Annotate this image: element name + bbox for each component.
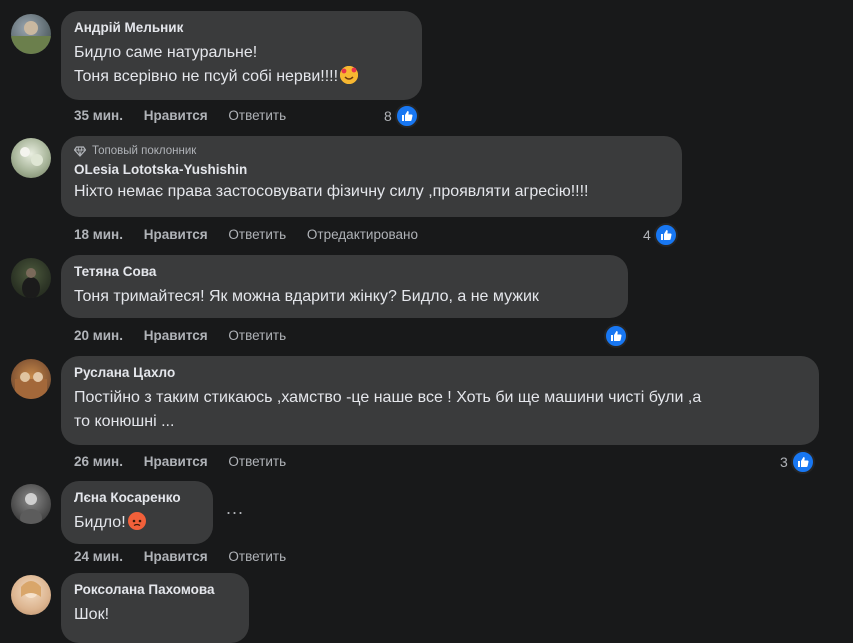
reaction-count[interactable]: 4 bbox=[643, 223, 678, 247]
comment-text-line: Бидло саме натуральне! bbox=[74, 44, 258, 61]
comment-bubble: Андрій Мельник Бидло саме натуральне! То… bbox=[61, 11, 422, 100]
comment-actions: 26 мин. Нравится Ответить bbox=[74, 454, 303, 469]
like-button[interactable]: Нравится bbox=[144, 454, 208, 469]
comment-text-line: то конюшні ... bbox=[74, 413, 175, 430]
comment-author[interactable]: Лєна Косаренко bbox=[74, 489, 201, 507]
comment-text-line: Ніхто немає права застосовувати фізичну … bbox=[74, 183, 589, 200]
comment-time[interactable]: 26 мин. bbox=[74, 454, 123, 469]
badge-label: Топовый поклонник bbox=[92, 145, 197, 157]
avatar[interactable] bbox=[11, 258, 51, 298]
comment-time[interactable]: 18 мин. bbox=[74, 227, 123, 242]
comment-time[interactable]: 24 мин. bbox=[74, 549, 123, 564]
comment-time[interactable]: 20 мин. bbox=[74, 328, 123, 343]
comment-author[interactable]: Роксолана Пахомова bbox=[74, 581, 237, 599]
comment-text-line: Шок! bbox=[74, 606, 110, 623]
comment-actions: 35 мин. Нравится Ответить bbox=[74, 108, 303, 123]
reaction-number: 8 bbox=[384, 108, 392, 124]
comment-text-line: Тоня всерівно не псуй собі нерви!!!! bbox=[74, 65, 410, 89]
comment-author[interactable]: Руслана Цахло bbox=[74, 364, 807, 382]
reaction-number: 3 bbox=[780, 454, 788, 470]
comment-bubble: Лєна Косаренко Бидло! bbox=[61, 481, 213, 544]
top-fan-badge[interactable]: Топовый поклонник bbox=[74, 143, 670, 159]
like-button[interactable]: Нравится bbox=[144, 227, 208, 242]
angry-face-emoji bbox=[127, 512, 146, 530]
comment-author[interactable]: Тетяна Сова bbox=[74, 263, 616, 281]
thumbs-up-icon bbox=[790, 450, 815, 474]
avatar[interactable] bbox=[11, 359, 51, 399]
comment-bubble: Тетяна Сова Тоня тримайтеся! Як можна вд… bbox=[61, 255, 628, 318]
like-button[interactable]: Нравится bbox=[144, 549, 208, 564]
like-button[interactable]: Нравится bbox=[144, 328, 208, 343]
comment-bubble: Топовый поклонник OLesia Lototska-Yushis… bbox=[61, 136, 682, 217]
smiling-face-with-hearts-emoji bbox=[340, 66, 359, 84]
reply-button[interactable]: Ответить bbox=[228, 454, 286, 469]
reply-button[interactable]: Ответить bbox=[228, 328, 286, 343]
comment-bubble: Роксолана Пахомова Шок! bbox=[61, 573, 249, 643]
comment-text-line: Постійно з таким стикаюсь ,хамство -це н… bbox=[74, 389, 702, 406]
reply-button[interactable]: Ответить bbox=[228, 549, 286, 564]
avatar[interactable] bbox=[11, 484, 51, 524]
comment-author[interactable]: Андрій Мельник bbox=[74, 19, 410, 37]
comment-text-line: Бидло! bbox=[74, 511, 201, 535]
avatar[interactable] bbox=[11, 575, 51, 615]
more-options-icon[interactable]: ... bbox=[226, 498, 244, 519]
comment-text-line: Тоня тримайтеся! Як можна вдарити жінку?… bbox=[74, 288, 539, 305]
thumbs-up-icon bbox=[653, 223, 678, 247]
like-button[interactable]: Нравится bbox=[144, 108, 208, 123]
comment-actions: 24 мин. Нравится Ответить bbox=[74, 549, 303, 564]
reaction-count[interactable]: 3 bbox=[780, 450, 815, 474]
thumbs-up-icon bbox=[394, 104, 419, 128]
reaction-count[interactable] bbox=[601, 324, 628, 348]
reaction-number: 4 bbox=[643, 227, 651, 243]
comment-author[interactable]: OLesia Lototska-Yushishin bbox=[74, 161, 670, 179]
comment-actions: 20 мин. Нравится Ответить bbox=[74, 328, 303, 343]
comment-bubble: Руслана Цахло Постійно з таким стикаюсь … bbox=[61, 356, 819, 445]
edited-label[interactable]: Отредактировано bbox=[307, 227, 418, 242]
diamond-icon bbox=[74, 145, 86, 157]
reply-button[interactable]: Ответить bbox=[228, 108, 286, 123]
reaction-count[interactable]: 8 bbox=[384, 104, 419, 128]
reply-button[interactable]: Ответить bbox=[228, 227, 286, 242]
avatar[interactable] bbox=[11, 138, 51, 178]
comment-time[interactable]: 35 мин. bbox=[74, 108, 123, 123]
comment-actions: 18 мин. Нравится Ответить Отредактирован… bbox=[74, 227, 435, 242]
thumbs-up-icon bbox=[604, 324, 628, 348]
avatar[interactable] bbox=[11, 14, 51, 54]
